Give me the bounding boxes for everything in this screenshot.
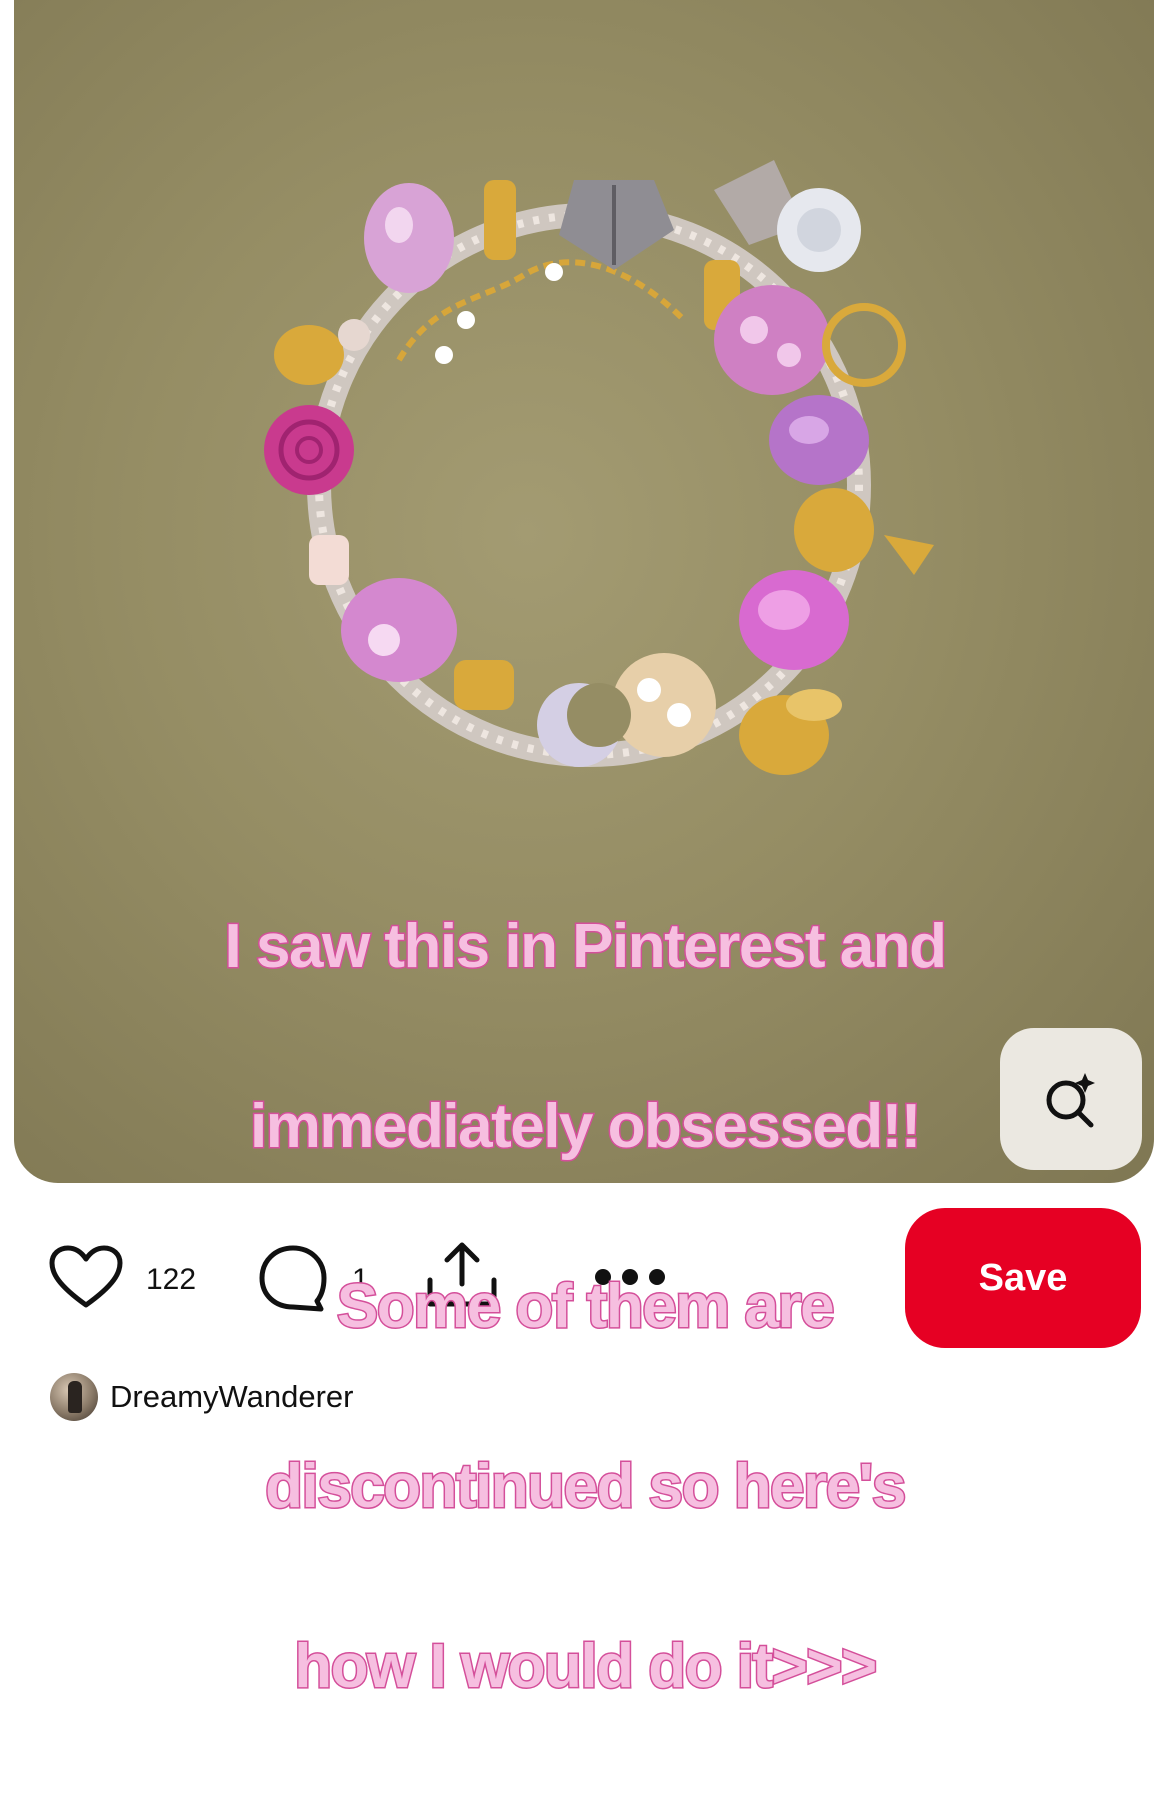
heart-icon (49, 1245, 123, 1308)
pin-detail-page: I saw this in Pinterest and immediately … (0, 0, 1170, 1703)
charm-pink-murano-top (364, 183, 454, 293)
charm-butterfly (559, 180, 674, 270)
like-button[interactable] (48, 1245, 124, 1311)
charm-rose-enamel (264, 405, 354, 495)
charm-pink-flower-murano (341, 578, 457, 682)
charm-pink-floral-murano (714, 285, 830, 395)
visual-search-button[interactable] (1000, 1028, 1142, 1170)
caption-line: I saw this in Pinterest and (223, 911, 948, 983)
charm-white-rose (777, 188, 861, 272)
charm-purple-faceted (769, 395, 869, 485)
caption-line: discontinued so here's (264, 1451, 908, 1523)
pin-caption: I saw this in Pinterest and immediately … (160, 812, 1010, 1802)
avatar[interactable] (50, 1373, 98, 1421)
caption-line: immediately obsessed!! (249, 1091, 923, 1163)
caption-line: Some of them are (335, 1271, 836, 1343)
charm-pink-sparkle-murano (739, 570, 849, 670)
visual-search-icon (1046, 1073, 1095, 1128)
caption-line: how I would do it>>> (293, 1631, 879, 1703)
